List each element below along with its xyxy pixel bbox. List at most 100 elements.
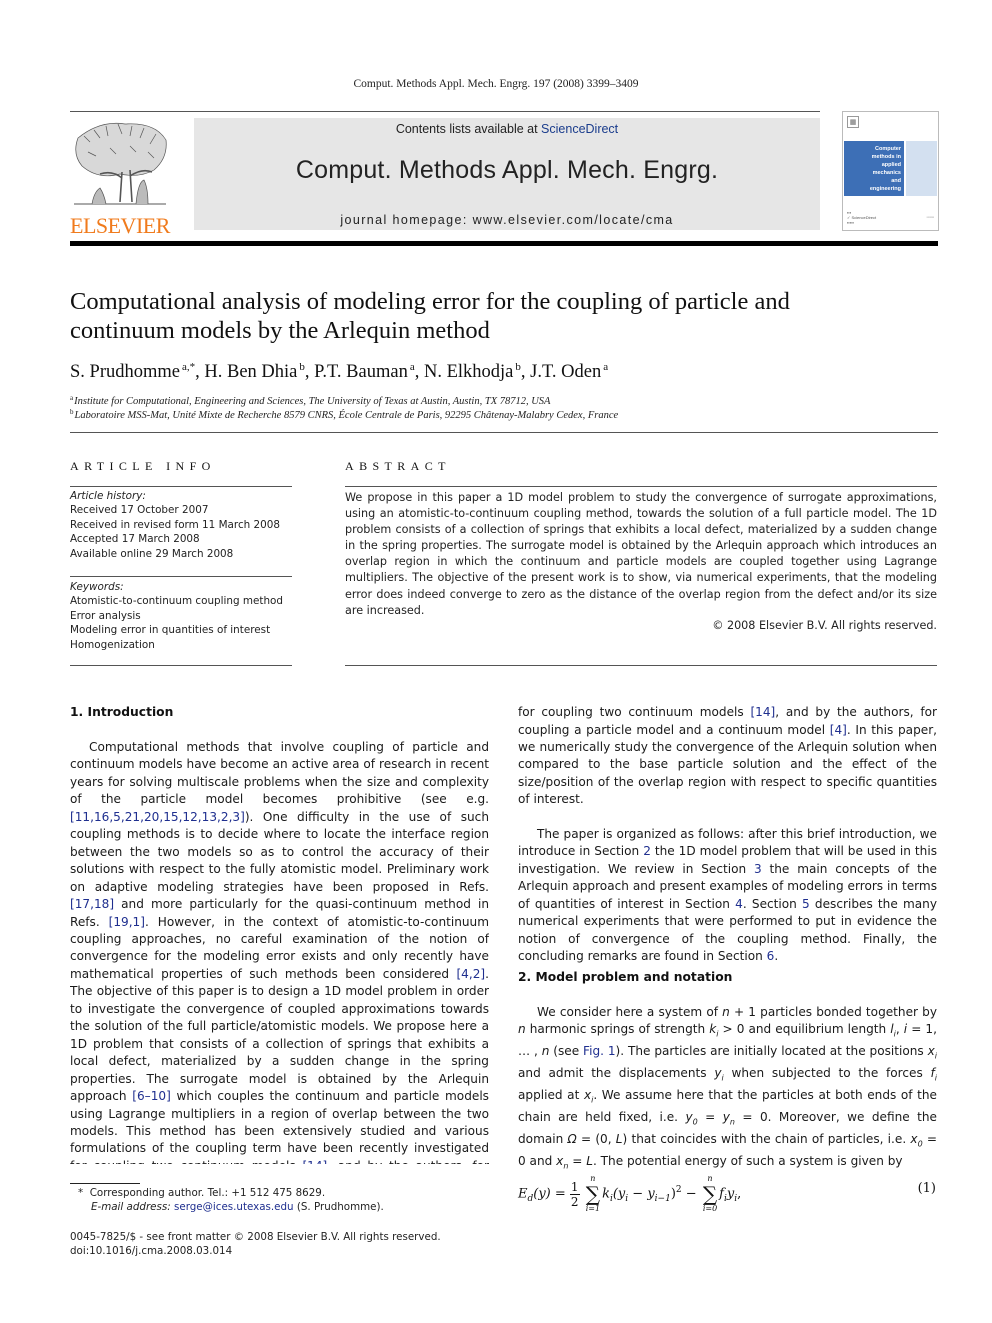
summation-symbol: n ∑ i=1: [585, 1174, 601, 1213]
math-subscript: 0: [917, 1139, 923, 1149]
math-subscript: i: [591, 1095, 594, 1105]
header-thick-rule: [70, 241, 938, 246]
math-symbol: n: [518, 1022, 526, 1037]
math-subscript: i: [934, 1051, 937, 1061]
math-subscript: i: [716, 1029, 719, 1039]
author[interactable]: H. Ben Dhia b: [204, 361, 305, 382]
article-history-label: Article history:: [70, 490, 146, 502]
keywords-label: Keywords:: [70, 581, 124, 593]
math-symbol: n: [541, 1044, 550, 1059]
fraction-one-half: 12: [569, 1179, 580, 1209]
reference-link[interactable]: 3: [754, 862, 762, 876]
reference-link[interactable]: [6–10]: [132, 1089, 171, 1103]
model-paragraph-1: We consider here a system of n + 1 parti…: [518, 1005, 938, 1171]
elsevier-logo[interactable]: ELSEVIER: [70, 118, 174, 238]
equation-body: Ed(y) = 12 n ∑ i=1 ki(yi − yi−1)2 − n ∑ i=0 fi…: [518, 1174, 742, 1213]
keyword: Error analysis: [70, 609, 141, 622]
article-history: Article history: Received 17 October 200…: [70, 489, 292, 561]
journal-banner: Contents lists available at ScienceDirec…: [194, 118, 820, 230]
abstract-text: We propose in this paper a 1D model prob…: [345, 491, 937, 617]
math-subscript: 0: [692, 1117, 698, 1127]
affiliation-rule: [70, 432, 938, 433]
reference-link[interactable]: [17,18]: [70, 897, 114, 911]
article-title: Computational analysis of modeling error…: [70, 288, 790, 344]
summation-symbol: n ∑ i=0: [702, 1174, 718, 1213]
journal-cover-thumbnail[interactable]: ▦ Computer methods in applied mechanics …: [842, 111, 939, 231]
affiliation: bLaboratoire MSS-Mat, Unité Mixte de Rec…: [70, 408, 619, 421]
author[interactable]: P.T. Bauman a: [314, 361, 415, 382]
reference-link[interactable]: [14]: [750, 705, 775, 719]
math-symbol: L: [615, 1131, 623, 1146]
math-symbol: i: [903, 1022, 908, 1037]
sciencedirect-link[interactable]: ScienceDirect: [541, 122, 618, 136]
keywords-rule: [70, 576, 292, 577]
math-subscript: i: [721, 1073, 724, 1083]
reference-link[interactable]: [4,2]: [456, 967, 485, 981]
math-subscript: i: [893, 1029, 896, 1039]
abstract-rule: [345, 486, 937, 487]
journal-citation: Comput. Methods Appl. Mech. Engrg. 197 (…: [353, 78, 639, 90]
math-symbol: x: [927, 1044, 935, 1059]
email-link[interactable]: serge@ices.utexas.edu: [174, 1201, 294, 1213]
elsevier-wordmark: ELSEVIER: [70, 213, 170, 238]
article-info-rule: [70, 486, 292, 487]
journal-name: Comput. Methods Appl. Mech. Engrg.: [295, 156, 719, 184]
history-item: Available online 29 March 2008: [70, 547, 234, 560]
footnote-rule: [70, 1183, 140, 1184]
cover-emblem-icon: ▦: [847, 116, 859, 128]
math-subscript: i: [934, 1073, 937, 1083]
model-problem-text: We consider here a system of n + 1 parti…: [518, 1004, 937, 1174]
author[interactable]: S. Prudhomme a,*: [70, 361, 195, 382]
math-symbol: n: [722, 1005, 730, 1019]
issn-line: 0045-7825/$ - see front matter © 2008 El…: [70, 1231, 441, 1243]
cover-publisher-mark: ▪▪▪▪▪▪▪: [926, 215, 934, 219]
intro-paragraph-2: The paper is organized as follows: after…: [518, 827, 937, 964]
author[interactable]: N. Elkhodja b: [424, 361, 521, 382]
math-symbol: x: [910, 1131, 918, 1146]
equation-1: Ed(y) = 12 n ∑ i=1 ki(yi − yi−1)2 − n ∑ i=0 fi…: [518, 1166, 938, 1216]
doi-link[interactable]: doi:10.1016/j.cma.2008.03.014: [70, 1244, 441, 1258]
cover-title-block: Computer methods in applied mechanics an…: [844, 141, 904, 196]
section-heading-introduction: 1. Introduction: [70, 705, 174, 719]
reference-link[interactable]: Fig. 1: [583, 1044, 616, 1058]
math-symbol: y: [722, 1109, 730, 1124]
keywords: Keywords: Atomistic-to-continuum couplin…: [70, 580, 292, 652]
contents-availability: Contents lists available at ScienceDirec…: [194, 122, 820, 136]
math-symbol: y: [714, 1066, 722, 1081]
journal-homepage-link[interactable]: journal homepage: www.elsevier.com/locat…: [194, 213, 820, 227]
reference-link[interactable]: 4: [735, 897, 743, 911]
intro-paragraph-1-continued: Computational methods that involve coupl…: [518, 705, 937, 807]
keyword: Modeling error in quantities of interest: [70, 624, 271, 637]
intro-paragraph-1: Computational methods that involve coupl…: [70, 739, 489, 1164]
history-item: Accepted 17 March 2008: [70, 533, 200, 546]
reference-link[interactable]: 6: [767, 949, 775, 963]
abstract-copyright: © 2008 Elsevier B.V. All rights reserved…: [712, 619, 937, 632]
reference-link[interactable]: [14]: [302, 1159, 327, 1164]
math-symbol: y: [685, 1109, 693, 1124]
cover-sciencedirect-mark: ▪▪▪ ✓ ScienceDirect ▪▪▪▪▪: [847, 210, 877, 225]
reference-link[interactable]: [11,16,5,21,20,15,12,13,2,3]: [70, 810, 245, 824]
affiliation: aInstitute for Computational, Engineerin…: [70, 394, 551, 407]
issn-doi-block: 0045-7825/$ - see front matter © 2008 El…: [70, 1230, 441, 1259]
author-list: S. Prudhomme a,*, H. Ben Dhia b, P.T. Baum…: [70, 361, 609, 382]
article-info-bottom-rule: [70, 665, 292, 666]
right-column-paragraph: The paper is organized as follows: after…: [518, 826, 937, 966]
article-info-heading: ARTICLE INFO: [70, 459, 216, 473]
history-item: Received 17 October 2007: [70, 504, 209, 517]
reference-link[interactable]: 5: [802, 897, 810, 911]
keyword: Atomistic-to-continuum coupling method: [70, 595, 284, 608]
reference-link[interactable]: [19,1]: [109, 915, 145, 929]
cover-side-panel: [906, 141, 937, 196]
abstract-heading: ABSTRACT: [345, 459, 451, 473]
keyword: Homogenization: [70, 638, 155, 651]
right-column-continuation: Computational methods that involve coupl…: [518, 704, 937, 808]
author[interactable]: J.T. Oden a: [530, 361, 608, 382]
reference-link[interactable]: [4]: [830, 723, 847, 737]
contents-prefix: Contents lists available at: [395, 122, 542, 136]
equation-number: (1): [917, 1181, 936, 1196]
history-item: Received in revised form 11 March 2008: [70, 518, 281, 531]
math-symbol: Ω: [567, 1131, 577, 1146]
math-subscript: n: [729, 1117, 735, 1127]
section-heading-model-problem: 2. Model problem and notation: [518, 970, 733, 984]
reference-link[interactable]: 2: [643, 844, 651, 858]
